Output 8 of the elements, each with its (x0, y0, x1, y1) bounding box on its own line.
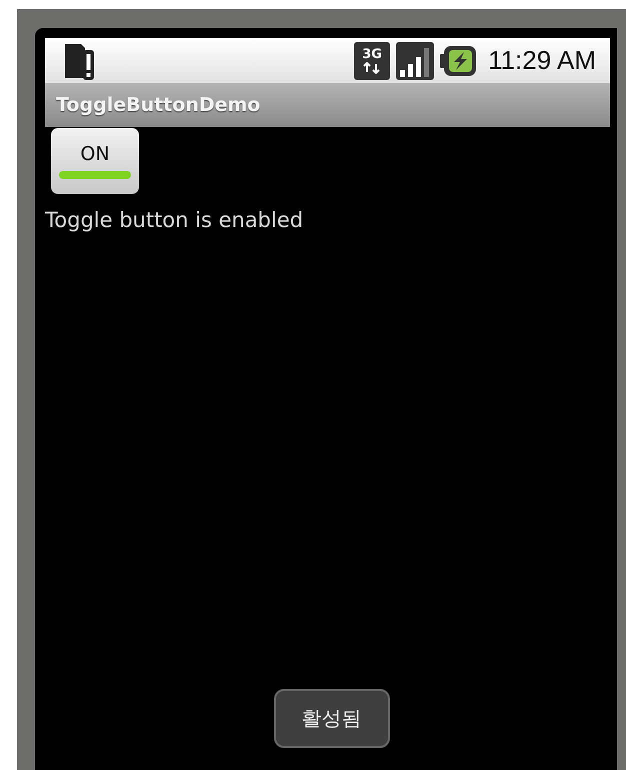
toast-message: 활성됨 (274, 689, 390, 748)
signal-strength-icon (396, 42, 434, 80)
battery-charging-icon (440, 46, 476, 76)
toggle-button[interactable]: ON (51, 128, 139, 194)
app-title: ToggleButtonDemo (56, 94, 260, 116)
network-type-icon: 3G (354, 42, 390, 80)
status-message: Toggle button is enabled (45, 208, 304, 232)
status-time: 11:29 AM (488, 45, 596, 76)
